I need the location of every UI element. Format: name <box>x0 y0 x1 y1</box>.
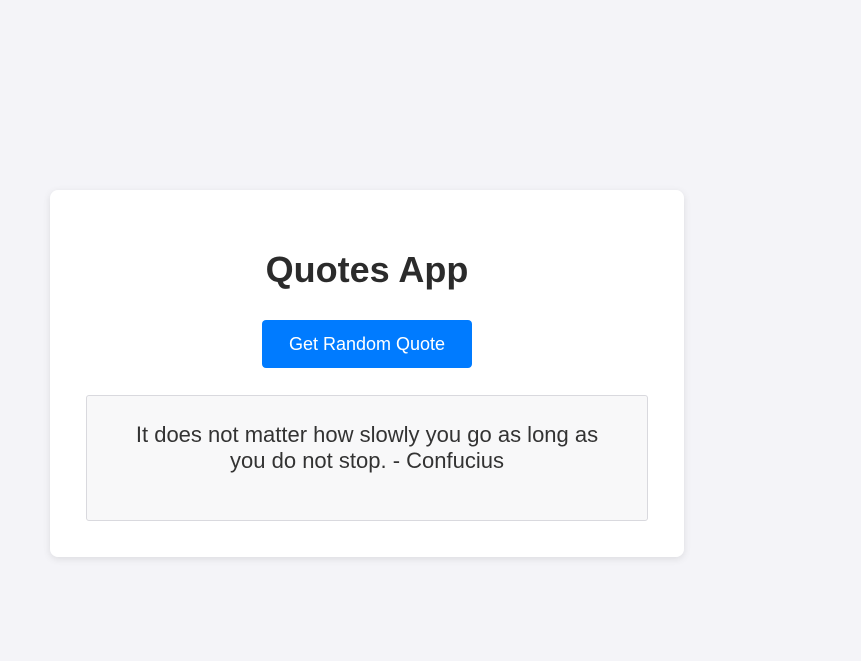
page: { "app": { "title": "Quotes App" }, "act… <box>0 0 861 661</box>
page-title: Quotes App <box>265 249 469 290</box>
quote-display: It does not matter how slowly you go as … <box>86 395 648 521</box>
quotes-card: Quotes App Get Random Quote It does not … <box>50 190 684 557</box>
get-random-quote-button[interactable]: Get Random Quote <box>262 320 472 368</box>
quote-text: It does not matter how slowly you go as … <box>135 422 599 473</box>
